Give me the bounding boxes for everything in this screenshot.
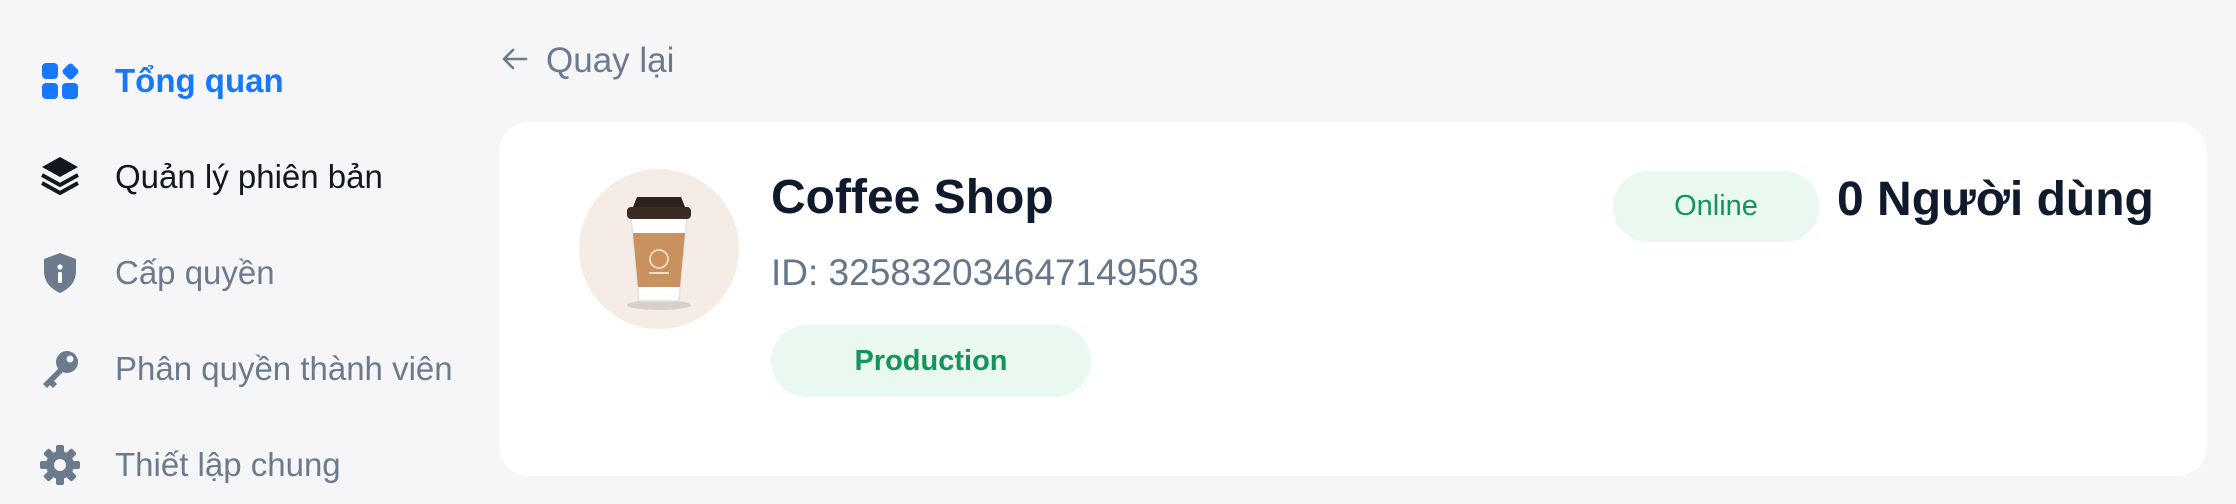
sidebar-item-version-management[interactable]: Quản lý phiên bản xyxy=(38,147,383,207)
app-id: ID: 325832034647149503 xyxy=(771,252,1199,293)
sidebar: Tổng quan Quản lý phiên bản Cấp quyền Ph… xyxy=(0,0,480,504)
environment-badge: Production xyxy=(771,325,1091,397)
layers-icon xyxy=(38,155,82,199)
app-name: Coffee Shop xyxy=(771,171,1054,224)
app-card: Coffee Shop ID: 325832034647149503 Produ… xyxy=(499,122,2207,476)
user-count: 0 Người dùng xyxy=(1837,173,2154,226)
sidebar-item-overview[interactable]: Tổng quan xyxy=(38,51,284,111)
back-label: Quay lại xyxy=(546,41,675,80)
status-badge: Online xyxy=(1613,171,1819,242)
gear-icon xyxy=(38,443,82,487)
dashboard-icon xyxy=(38,59,82,103)
sidebar-item-authorization[interactable]: Cấp quyền xyxy=(38,243,275,303)
arrow-left-icon xyxy=(500,44,530,79)
key-icon xyxy=(38,347,82,391)
sidebar-item-label: Cấp quyền xyxy=(115,254,275,291)
sidebar-item-member-permissions[interactable]: Phân quyền thành viên xyxy=(38,339,453,399)
sidebar-item-general-settings[interactable]: Thiết lập chung xyxy=(38,435,341,495)
coffee-cup-icon xyxy=(627,197,691,310)
shield-icon xyxy=(38,251,82,295)
sidebar-item-label: Tổng quan xyxy=(115,62,284,99)
app-logo xyxy=(579,169,739,329)
sidebar-item-label: Quản lý phiên bản xyxy=(115,158,383,195)
sidebar-item-label: Thiết lập chung xyxy=(115,446,341,483)
back-button[interactable]: Quay lại xyxy=(500,36,674,86)
sidebar-item-label: Phân quyền thành viên xyxy=(115,350,453,387)
